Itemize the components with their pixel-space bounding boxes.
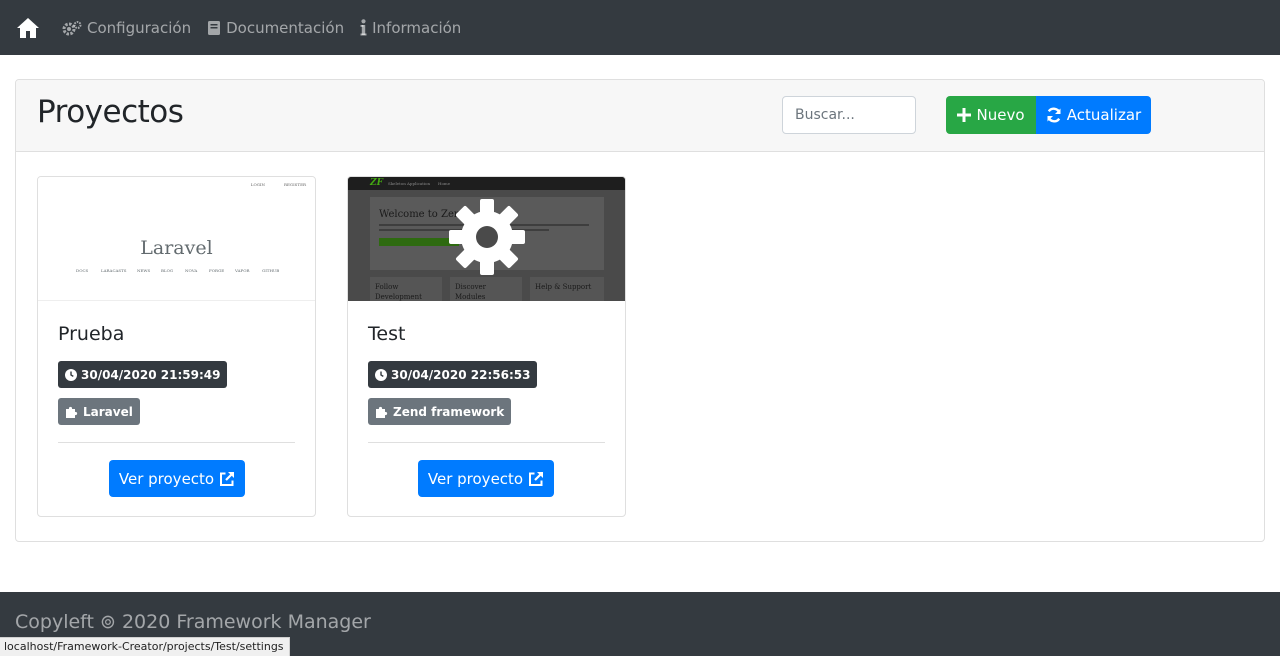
- new-project-button[interactable]: Nuevo: [946, 96, 1036, 134]
- divider: [368, 442, 605, 443]
- framework-text: Laravel: [83, 404, 133, 419]
- info-icon: [360, 19, 367, 36]
- project-thumbnail[interactable]: ZF Skeleton Application Home Welcome to …: [348, 177, 625, 301]
- date-text: 30/04/2020 22:56:53: [391, 367, 531, 382]
- nav-link-label: Información: [372, 18, 462, 37]
- nav-link-label: Configuración: [87, 18, 192, 37]
- project-thumbnail[interactable]: LOGIN REGISTER Laravel DOCS LARACASTS NE…: [38, 177, 315, 301]
- thumb-nav-link: Home: [438, 181, 451, 186]
- cogs-icon: [62, 20, 82, 35]
- clock-icon: [375, 368, 387, 381]
- home-icon[interactable]: [16, 16, 40, 40]
- framework-badge: Laravel: [58, 398, 140, 425]
- date-text: 30/04/2020 21:59:49: [81, 367, 221, 382]
- action-button-group: Nuevo Actualizar: [946, 96, 1151, 134]
- thumb-top-link: REGISTER: [283, 182, 306, 187]
- thumb-link: GITHUB: [262, 268, 280, 273]
- thumb-link: NEWS: [137, 268, 151, 273]
- date-badge: 30/04/2020 22:56:53: [368, 361, 538, 388]
- thumb-link: NOVA: [185, 268, 198, 273]
- project-card: LOGIN REGISTER Laravel DOCS LARACASTS NE…: [37, 176, 316, 517]
- view-project-button[interactable]: Ver proyecto: [418, 460, 554, 497]
- framework-text: Zend framework: [393, 404, 505, 419]
- refresh-label: Actualizar: [1066, 106, 1142, 124]
- thumb-col-title: Help & Support: [535, 283, 592, 291]
- refresh-icon: [1047, 107, 1061, 123]
- plus-icon: [957, 108, 972, 122]
- puzzle-icon: [66, 406, 78, 418]
- thumb-top-link: LOGIN: [250, 182, 265, 187]
- framework-badge: Zend framework: [368, 398, 512, 425]
- book-icon: [208, 20, 221, 35]
- refresh-button[interactable]: Actualizar: [1036, 96, 1151, 134]
- browser-status-bar: localhost/Framework-Creator/projects/Tes…: [0, 637, 290, 656]
- project-card: ZF Skeleton Application Home Welcome to …: [347, 176, 626, 517]
- thumb-link: DOCS: [76, 268, 89, 273]
- project-name: Prueba: [58, 323, 125, 345]
- search-input[interactable]: [782, 96, 916, 134]
- thumb-nav-link: Skeleton Application: [388, 181, 431, 186]
- panel-header: Proyectos Nuevo Actualizar: [16, 80, 1264, 152]
- thumb-link: LARACASTS: [101, 268, 127, 273]
- divider: [58, 442, 295, 443]
- project-name: Test: [368, 323, 406, 345]
- puzzle-icon: [376, 406, 388, 418]
- thumb-link: FORGE: [209, 268, 225, 273]
- thumb-title: Laravel: [140, 237, 213, 259]
- new-project-label: Nuevo: [976, 106, 1025, 124]
- view-project-button[interactable]: Ver proyecto: [109, 460, 245, 497]
- clock-icon: [65, 368, 77, 381]
- view-project-label: Ver proyecto: [427, 469, 524, 488]
- view-project-label: Ver proyecto: [118, 469, 215, 488]
- nav-link-configuracion[interactable]: Configuración: [62, 19, 191, 37]
- nav-link-label: Documentación: [226, 18, 345, 37]
- top-navbar: Configuración Documentación Información: [0, 0, 1280, 55]
- gear-icon[interactable]: [447, 197, 527, 277]
- nav-link-informacion[interactable]: Información: [360, 19, 461, 37]
- thumb-logo: ZF: [370, 178, 383, 188]
- nav-link-documentacion[interactable]: Documentación: [207, 19, 344, 37]
- page-title: Proyectos: [37, 94, 184, 130]
- footer-text: Copyleft ⊚ 2020 Framework Manager: [15, 611, 371, 633]
- thumb-col-title: Discover Modules: [455, 283, 487, 301]
- projects-panel: Proyectos Nuevo Actualizar LOGIN REGISTE…: [15, 79, 1265, 542]
- thumb-link: BLOG: [161, 268, 174, 273]
- thumb-col-title: Follow Development: [375, 283, 422, 301]
- external-link-icon: [529, 471, 544, 486]
- thumb-link: VAPOR: [235, 268, 250, 273]
- date-badge: 30/04/2020 21:59:49: [58, 361, 228, 388]
- external-link-icon: [220, 471, 235, 486]
